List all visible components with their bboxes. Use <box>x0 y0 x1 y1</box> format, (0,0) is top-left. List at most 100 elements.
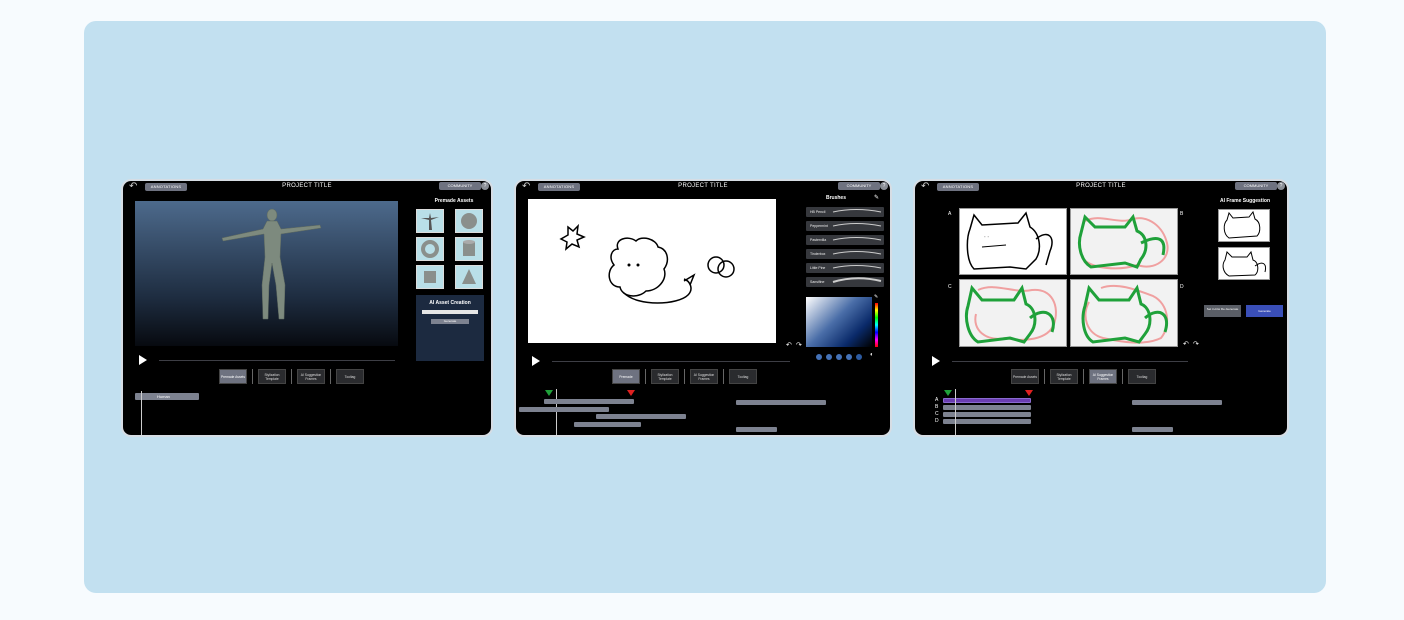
brush-stroke-previews <box>832 209 882 283</box>
suggestion-frame-1[interactable] <box>1218 209 1270 242</box>
redo-icon[interactable]: ↷ <box>1193 340 1199 348</box>
timeline-bar[interactable] <box>596 414 686 419</box>
project-title: PROJECT TITLE <box>282 183 332 189</box>
prompt-input[interactable] <box>422 310 478 314</box>
undo-icon[interactable]: ↶ <box>786 341 792 349</box>
timeline-bar[interactable] <box>544 399 634 404</box>
frame-b[interactable] <box>1070 208 1178 275</box>
asset-human[interactable] <box>416 209 444 233</box>
asset-cube[interactable] <box>416 265 444 289</box>
scrubber[interactable] <box>952 361 1188 362</box>
frame-d[interactable] <box>1070 279 1178 347</box>
track-label-a: A <box>935 397 939 403</box>
ai-asset-panel: AI Asset Creation Generate <box>416 295 484 361</box>
playhead[interactable] <box>556 389 557 435</box>
play-button[interactable] <box>932 356 940 366</box>
start-marker-icon[interactable] <box>545 390 553 396</box>
timeline-track-b[interactable] <box>943 405 1031 410</box>
scrubber[interactable] <box>552 361 790 362</box>
color-swatch[interactable] <box>856 354 862 360</box>
stylization-template-tab[interactable]: Stylization Template <box>651 369 679 384</box>
separator <box>1122 369 1123 384</box>
tooltag-tab[interactable]: Tooltag <box>1128 369 1156 384</box>
start-marker-icon[interactable] <box>944 390 952 396</box>
help-button[interactable]: ? <box>1277 182 1285 190</box>
timeline-track-human[interactable]: Human <box>135 393 199 400</box>
community-button[interactable]: COMMUNITY <box>439 182 481 190</box>
top-bar: ↶ ANNOTATIONS PROJECT TITLE COMMUNITY ? <box>123 181 491 195</box>
color-picker[interactable] <box>806 297 872 347</box>
tool-button-row: Premade Assets Stylization Template AI S… <box>219 369 364 384</box>
separator <box>684 369 685 384</box>
help-button[interactable]: ? <box>481 182 489 190</box>
community-button[interactable]: COMMUNITY <box>838 182 880 190</box>
playhead[interactable] <box>141 391 142 435</box>
frame-c[interactable] <box>959 279 1067 347</box>
end-marker-icon[interactable] <box>1025 390 1033 396</box>
ai-frame-suggestion-title: AI Frame Suggestion <box>1219 198 1270 204</box>
timeline-bar[interactable] <box>1132 427 1173 432</box>
asset-torus[interactable] <box>416 237 444 261</box>
pencil-icon[interactable]: ✎ <box>874 194 879 201</box>
suggestion-frame-2[interactable] <box>1218 247 1270 280</box>
timeline-bar[interactable] <box>1132 400 1222 405</box>
playhead[interactable] <box>955 389 956 435</box>
tooltag-tab[interactable]: Tooltag <box>336 369 364 384</box>
track-label-d: D <box>935 418 939 424</box>
color-swatch[interactable] <box>836 354 842 360</box>
generate-button[interactable]: Generate <box>1246 305 1283 317</box>
tooltag-tab[interactable]: Tooltag <box>729 369 757 384</box>
stylization-template-tab[interactable]: Stylization Template <box>1050 369 1078 384</box>
tool-button-row: Premade Stylization Template AI Suggesti… <box>612 369 757 384</box>
asset-cone[interactable] <box>455 265 483 289</box>
help-button[interactable]: ? <box>880 182 888 190</box>
set-inbetween-button[interactable]: Set in-btw Re-Generate <box>1204 305 1241 317</box>
3d-viewport[interactable] <box>135 201 398 346</box>
ai-suggestion-frames-tab[interactable]: AI Suggestion Frames <box>297 369 325 384</box>
premade-assets-tab[interactable]: Premade Assets <box>1011 369 1039 384</box>
separator <box>330 369 331 384</box>
timeline-bar[interactable] <box>519 407 609 412</box>
play-button[interactable] <box>139 355 147 365</box>
tablet-drawing: ↶ ANNOTATIONS PROJECT TITLE COMMUNITY ? … <box>514 179 892 437</box>
brushes-title: Brushes <box>825 195 846 201</box>
community-button[interactable]: COMMUNITY <box>1235 182 1277 190</box>
undo-icon[interactable]: ↶ <box>1183 340 1189 348</box>
project-title: PROJECT TITLE <box>1076 183 1126 189</box>
play-button[interactable] <box>532 356 540 366</box>
eyedropper-icon[interactable]: ✎ <box>874 294 878 300</box>
timeline-track-d[interactable] <box>943 419 1031 424</box>
ai-suggestion-frames-tab[interactable]: AI Suggestion Frames <box>690 369 718 384</box>
top-bar: ↶ ANNOTATIONS PROJECT TITLE COMMUNITY ? <box>516 181 890 195</box>
frame-a[interactable]: ᐧ ᐧ <box>959 208 1067 275</box>
timeline-bar[interactable] <box>736 427 777 432</box>
color-swatch[interactable] <box>816 354 822 360</box>
ai-suggestion-frames-tab[interactable]: AI Suggestion Frames <box>1089 369 1117 384</box>
human-model[interactable] <box>135 201 398 346</box>
stylization-template-tab[interactable]: Stylization Template <box>258 369 286 384</box>
drawing-canvas[interactable] <box>528 199 776 343</box>
redo-icon[interactable]: ↷ <box>796 341 802 349</box>
timeline-track-a[interactable] <box>943 398 1031 403</box>
asset-cylinder[interactable] <box>455 237 483 261</box>
premade-assets-tab[interactable]: Premade Assets <box>219 369 247 384</box>
color-swatch[interactable] <box>826 354 832 360</box>
separator <box>252 369 253 384</box>
end-marker-icon[interactable] <box>627 390 635 396</box>
background-stage: ↶ ANNOTATIONS PROJECT TITLE COMMUNITY ? … <box>84 21 1326 593</box>
hue-slider[interactable] <box>875 303 878 347</box>
premade-tab[interactable]: Premade <box>612 369 640 384</box>
timeline-bar[interactable] <box>736 400 826 405</box>
frame-label-b: B <box>1180 211 1184 217</box>
generate-button[interactable]: Generate <box>431 319 469 324</box>
palette-icon[interactable]: ◐ <box>870 352 874 358</box>
separator <box>645 369 646 384</box>
asset-sphere[interactable] <box>455 209 483 233</box>
color-swatch[interactable] <box>846 354 852 360</box>
scrubber[interactable] <box>159 360 395 361</box>
frame-label-c: C <box>948 284 952 290</box>
tablet-3d-assets: ↶ ANNOTATIONS PROJECT TITLE COMMUNITY ? … <box>121 179 493 437</box>
timeline-bar[interactable] <box>574 422 641 427</box>
project-title: PROJECT TITLE <box>678 183 728 189</box>
timeline-track-c[interactable] <box>943 412 1031 417</box>
